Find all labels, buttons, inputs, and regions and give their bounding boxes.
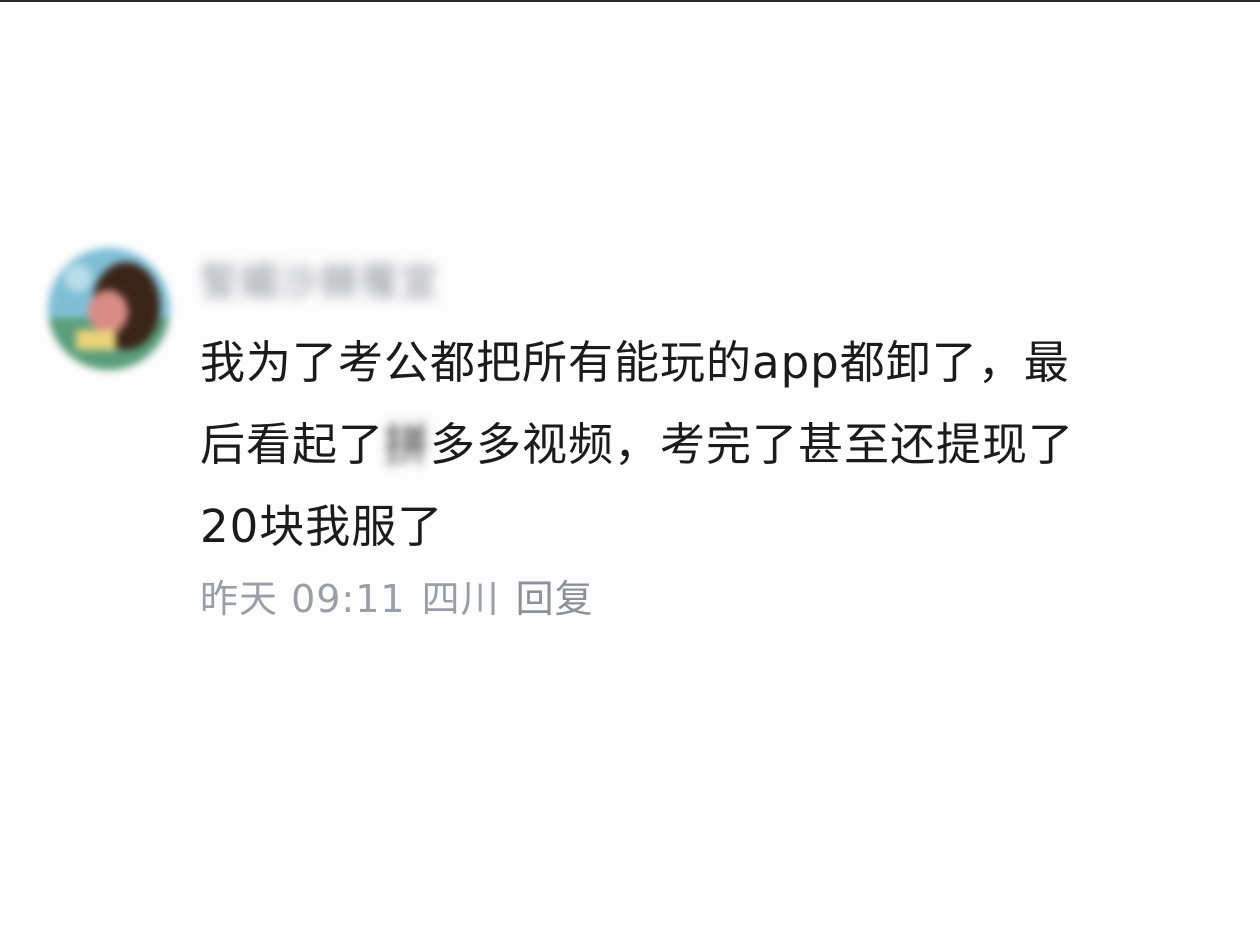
top-border [0,0,1260,2]
comment-text-segment: 多多视频，考完了甚至还提现了 [430,418,1075,471]
reply-button[interactable]: 回复 [516,577,594,621]
comment-location: 四川 [421,577,500,621]
comment-text-line: 我为了考公都把所有能玩的app都卸了，最 [200,336,1070,389]
censored-text: 拼 [384,418,431,471]
avatar-image [48,248,170,370]
comment-text-line: 20块我服了 [200,500,444,553]
comment-time: 昨天 09:11 [200,577,406,621]
comment-body: 誓媚沙棘罹宜 我为了考公都把所有能玩的app都卸了，最 后看起了拼多多视频，考完… [200,244,1240,624]
comment-meta: 昨天 09:11 四川 回复 [200,574,1240,624]
avatar[interactable] [48,248,170,370]
screenshot-canvas: 誓媚沙棘罹宜 我为了考公都把所有能玩的app都卸了，最 后看起了拼多多视频，考完… [0,0,1260,936]
comment-text-line: 后看起了拼多多视频，考完了甚至还提现了 [200,404,1240,486]
username[interactable]: 誓媚沙棘罹宜 [200,254,440,310]
comment-text: 我为了考公都把所有能玩的app都卸了，最 后看起了拼多多视频，考完了甚至还提现了… [200,322,1240,568]
comment-text-segment: 后看起了 [200,418,385,471]
